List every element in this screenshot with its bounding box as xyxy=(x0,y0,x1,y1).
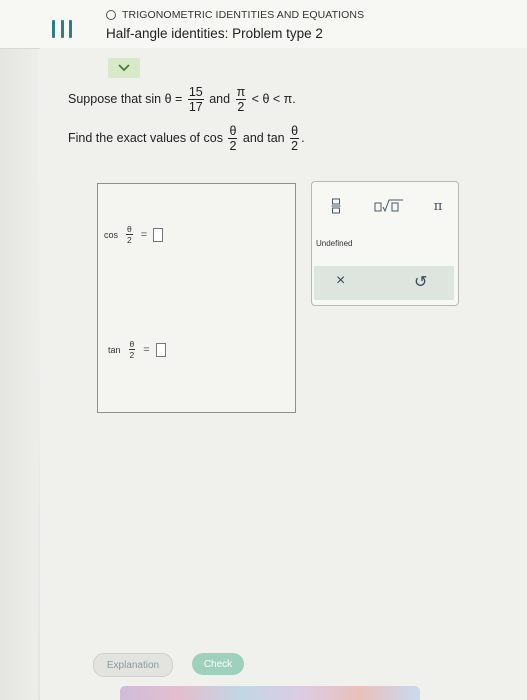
answer-box: cos θ 2 = tan θ 2 = xyxy=(97,183,296,413)
chevron-down-icon xyxy=(118,64,130,72)
cos-equals: = xyxy=(140,228,148,241)
collapse-button[interactable] xyxy=(108,58,140,78)
cos-theta: θ xyxy=(228,124,238,139)
sin-denominator: 17 xyxy=(188,100,203,114)
tan-equals: = xyxy=(143,343,150,356)
clear-button[interactable]: × xyxy=(336,272,345,290)
find-text: Find the exact values of xyxy=(68,130,201,145)
pi-numerator: π xyxy=(235,85,247,100)
cos-answer-row: cos θ 2 = xyxy=(104,224,164,245)
cos-answer-input[interactable] xyxy=(153,227,164,242)
cos-label: cos xyxy=(104,229,119,240)
and-text-2: and xyxy=(242,130,264,145)
sin-numerator: 15 xyxy=(187,85,204,100)
check-button[interactable]: Check xyxy=(192,653,244,675)
problem-line-1: Suppose that sin θ = 15 17 and π 2 < θ <… xyxy=(68,85,296,114)
keypad-action-bar: × ↺ xyxy=(314,266,454,300)
tan-answer-input[interactable] xyxy=(155,342,166,357)
pi-label: π xyxy=(433,198,443,214)
suppose-text: Suppose that xyxy=(68,91,142,106)
cos-answer-two: 2 xyxy=(127,235,132,245)
undo-button[interactable]: ↺ xyxy=(414,272,427,292)
period: . xyxy=(301,130,305,145)
pi-button[interactable]: π xyxy=(418,199,458,214)
cos-text: cos xyxy=(203,130,223,145)
radical-icon xyxy=(374,199,403,213)
cos-two: 2 xyxy=(229,139,237,153)
topic: TRIGONOMETRIC IDENTITIES AND EQUATIONS xyxy=(106,9,364,21)
cos-half-fraction: θ 2 xyxy=(228,124,238,153)
tan-answer-row: tan θ 2 = xyxy=(108,339,166,360)
problem-line-2: Find the exact values of cos θ 2 and tan… xyxy=(68,124,305,153)
pi-denominator: 2 xyxy=(237,100,245,114)
tan-label: tan xyxy=(108,344,121,355)
and-text: and xyxy=(209,91,231,106)
range-text: < θ < π. xyxy=(251,91,296,106)
tan-answer-theta: θ xyxy=(128,339,136,350)
cos-answer-theta: θ xyxy=(126,224,133,235)
tan-theta: θ xyxy=(290,124,300,139)
radical-button[interactable] xyxy=(360,199,418,213)
menu-icon[interactable] xyxy=(52,20,72,38)
screen: TRIGONOMETRIC IDENTITIES AND EQUATIONS H… xyxy=(0,0,527,700)
tan-text: tan xyxy=(267,130,285,145)
header: TRIGONOMETRIC IDENTITIES AND EQUATIONS H… xyxy=(0,0,527,49)
left-bar xyxy=(0,0,38,700)
tan-half-fraction: θ 2 xyxy=(290,124,300,153)
undefined-button[interactable]: Undefined xyxy=(316,239,352,248)
topic-label: TRIGONOMETRIC IDENTITIES AND EQUATIONS xyxy=(122,9,365,21)
tan-answer-two: 2 xyxy=(129,350,135,360)
tan-answer-fraction: θ 2 xyxy=(128,339,136,360)
sin-expr: sin θ = xyxy=(145,91,183,106)
progress-ring-icon xyxy=(106,10,116,20)
explanation-button[interactable]: Explanation xyxy=(93,653,173,677)
keypad-row-1: π xyxy=(312,196,458,216)
fraction-icon xyxy=(331,198,341,214)
problem-title: Half-angle identities: Problem type 2 xyxy=(106,26,323,41)
fraction-button[interactable] xyxy=(312,198,360,214)
pi-fraction: π 2 xyxy=(235,85,247,114)
os-dock xyxy=(120,686,420,700)
cos-answer-fraction: θ 2 xyxy=(126,224,133,245)
math-keypad: π Undefined × ↺ xyxy=(311,181,459,306)
tan-two: 2 xyxy=(291,139,299,153)
sin-fraction: 15 17 xyxy=(187,85,204,114)
